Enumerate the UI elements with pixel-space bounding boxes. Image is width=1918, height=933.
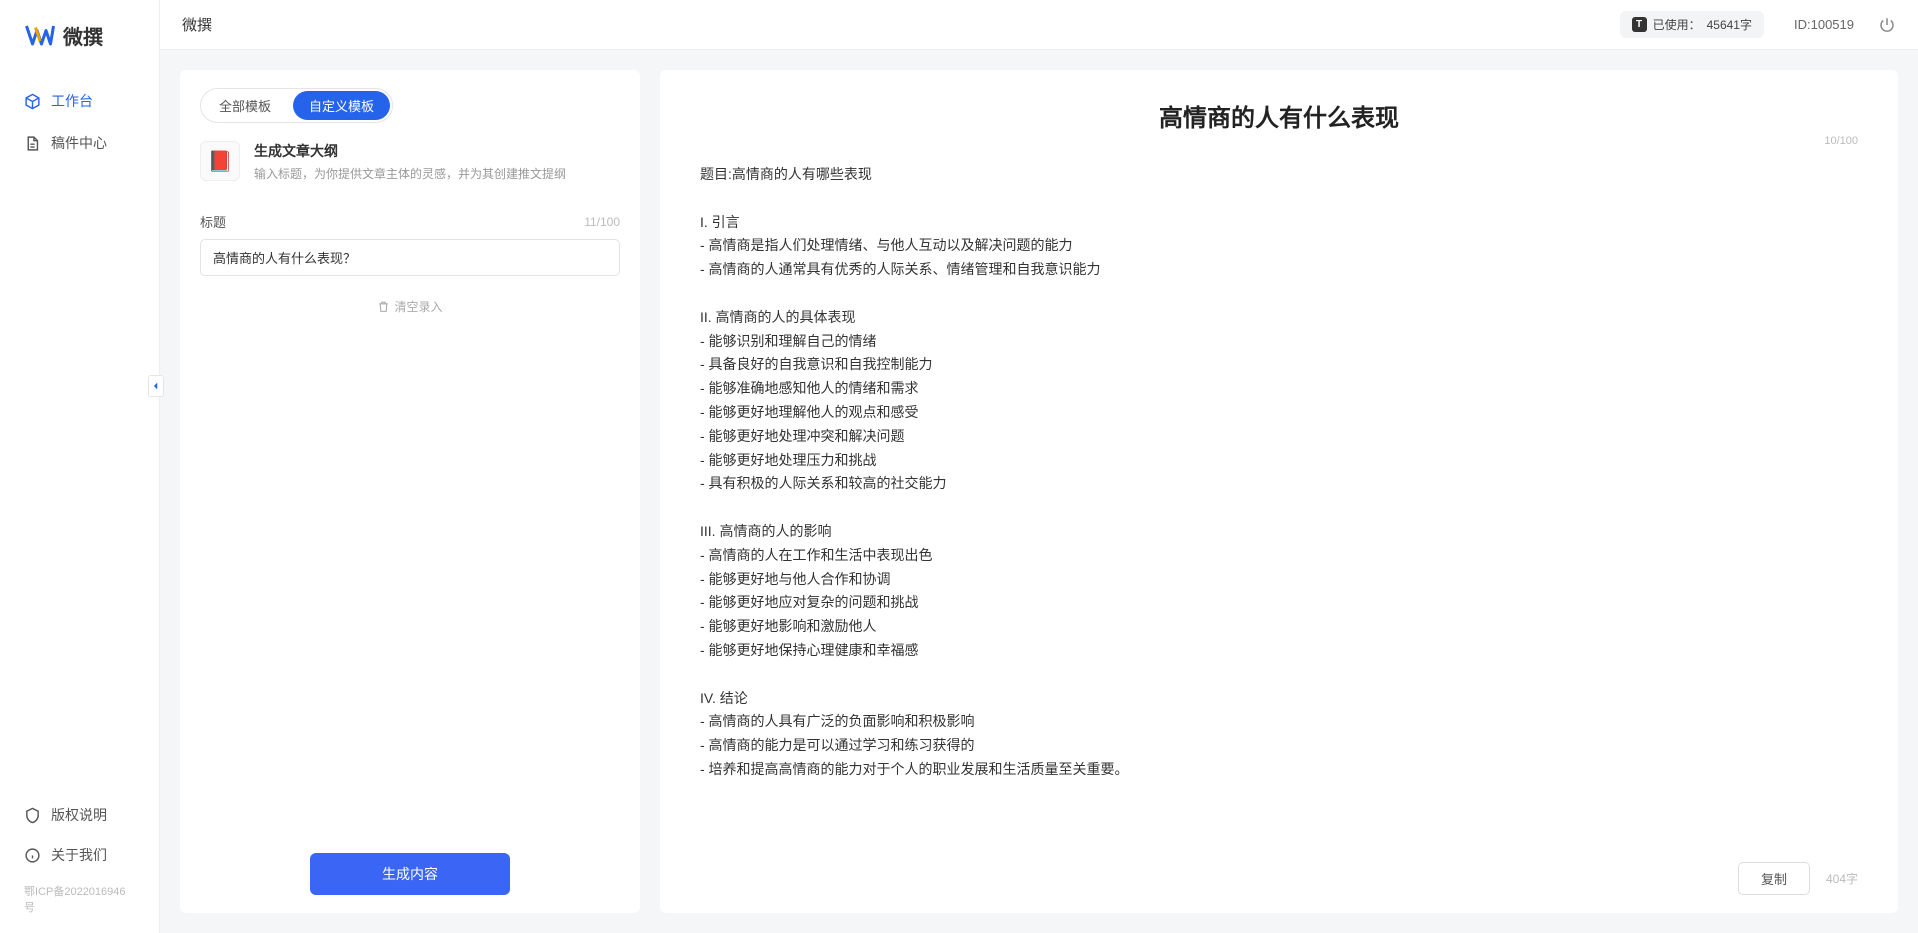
footer-label: 关于我们	[51, 845, 107, 865]
template-info: 生成文章大纲 输入标题，为你提供文章主体的灵感，并为其创建推文提纲	[254, 141, 620, 182]
page-title: 微撰	[182, 14, 1620, 35]
chevron-left-icon	[151, 381, 161, 391]
shield-icon	[24, 807, 41, 824]
usage-badge: T 已使用： 45641字	[1620, 11, 1764, 38]
output-footer: 复制 404字	[700, 848, 1858, 895]
template-title: 生成文章大纲	[254, 141, 620, 161]
user-id: ID:100519	[1794, 17, 1854, 32]
nav-label: 工作台	[51, 91, 93, 111]
usage-value: 45641字	[1707, 16, 1752, 33]
tab-all-templates[interactable]: 全部模板	[203, 91, 287, 120]
nav-label: 稿件中心	[51, 133, 107, 153]
info-icon	[24, 847, 41, 864]
copy-button[interactable]: 复制	[1738, 862, 1810, 895]
nav: 工作台 稿件中心	[0, 80, 159, 795]
copyright-link[interactable]: 版权说明	[0, 795, 159, 835]
collapse-sidebar-button[interactable]	[148, 375, 164, 397]
footer-label: 版权说明	[51, 805, 107, 825]
usage-label: 已使用：	[1653, 16, 1701, 33]
topbar: 微撰 T 已使用： 45641字 ID:100519	[160, 0, 1918, 50]
output-panel: 高情商的人有什么表现 10/100 题目:高情商的人有哪些表现 I. 引言 - …	[660, 70, 1898, 913]
generate-button[interactable]: 生成内容	[310, 853, 510, 895]
content: 全部模板 自定义模板 📕 生成文章大纲 输入标题，为你提供文章主体的灵感，并为其…	[160, 50, 1918, 933]
cube-icon	[24, 93, 41, 110]
clear-input-button[interactable]: 清空录入	[200, 298, 620, 315]
text-icon: T	[1632, 17, 1647, 32]
title-label: 标题	[200, 212, 226, 231]
input-panel: 全部模板 自定义模板 📕 生成文章大纲 输入标题，为你提供文章主体的灵感，并为其…	[180, 70, 640, 913]
brand-logo-icon	[25, 20, 55, 50]
nav-workbench[interactable]: 工作台	[0, 80, 159, 122]
main: 微撰 T 已使用： 45641字 ID:100519 全部模板 自定义模板 📕	[160, 0, 1918, 933]
template-card: 📕 生成文章大纲 输入标题，为你提供文章主体的灵感，并为其创建推文提纲	[200, 141, 620, 182]
nav-drafts[interactable]: 稿件中心	[0, 122, 159, 164]
brand-name: 微撰	[63, 21, 103, 50]
trash-icon	[377, 300, 390, 313]
template-icon: 📕	[200, 141, 240, 181]
about-link[interactable]: 关于我们	[0, 835, 159, 875]
output-body[interactable]: 题目:高情商的人有哪些表现 I. 引言 - 高情商是指人们处理情绪、与他人互动以…	[700, 153, 1858, 848]
title-input[interactable]	[200, 239, 620, 276]
output-title-row: 高情商的人有什么表现 10/100	[700, 98, 1858, 133]
output-title: 高情商的人有什么表现	[700, 98, 1858, 133]
template-desc: 输入标题，为你提供文章主体的灵感，并为其创建推文提纲	[254, 165, 620, 182]
power-icon[interactable]	[1878, 16, 1896, 34]
title-counter: 11/100	[584, 215, 620, 229]
form: 标题 11/100	[200, 212, 620, 276]
sidebar-bottom: 版权说明 关于我们 鄂ICP备2022016946号	[0, 795, 159, 933]
document-icon	[24, 135, 41, 152]
logo: 微撰	[0, 0, 159, 80]
word-count: 404字	[1826, 870, 1858, 887]
template-tabs: 全部模板 自定义模板	[200, 88, 393, 123]
output-title-counter: 10/100	[1824, 135, 1858, 147]
tab-custom-template[interactable]: 自定义模板	[293, 91, 390, 120]
sidebar: 微撰 工作台 稿件中心 版权说明 关于我们 鄂ICP备2022016946号	[0, 0, 160, 933]
icp-text: 鄂ICP备2022016946号	[0, 875, 159, 923]
